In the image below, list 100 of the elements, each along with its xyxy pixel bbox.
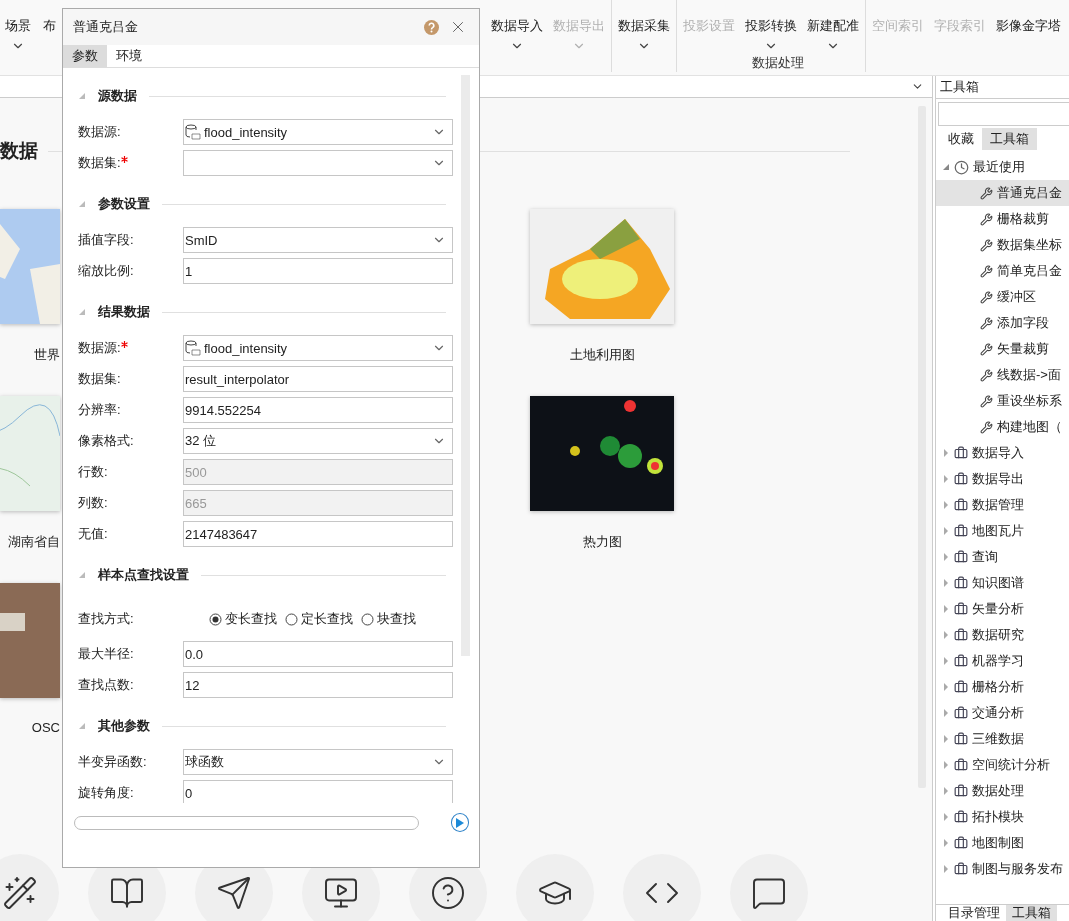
tree-item[interactable]: 数据集坐标 [936, 232, 1069, 258]
input-field[interactable]: 1 [183, 258, 453, 284]
tree-item[interactable]: 矢量裁剪 [936, 336, 1069, 362]
briefcase-icon [954, 472, 968, 486]
dropdown-field[interactable]: SmID [183, 227, 453, 253]
map-thumbnail[interactable] [530, 396, 674, 511]
search-field[interactable] [938, 102, 1069, 126]
dropdown-field[interactable] [183, 150, 453, 176]
tree-item[interactable]: 数据处理 [936, 778, 1069, 804]
collapsed-arrow-icon[interactable] [942, 813, 950, 821]
expanded-arrow-icon[interactable] [942, 163, 950, 171]
tree-item[interactable]: 查询 [936, 544, 1069, 570]
collapsed-arrow-icon[interactable] [942, 605, 950, 613]
run-button[interactable] [450, 813, 469, 832]
input-field[interactable]: result_interpolator [183, 366, 453, 392]
tree-item[interactable]: 机器学习 [936, 648, 1069, 674]
collapsed-arrow-icon[interactable] [942, 449, 950, 457]
collapsed-arrow-icon[interactable] [942, 709, 950, 717]
tree-item[interactable]: 三维数据 [936, 726, 1069, 752]
ribbon-button[interactable]: 布 [38, 0, 61, 54]
panel-tab[interactable]: 目录管理 [942, 905, 1006, 921]
expanded-arrow-icon[interactable] [78, 571, 86, 579]
dropdown-field[interactable]: flood_intensity [183, 119, 453, 145]
radio-button[interactable] [361, 612, 374, 626]
tree-item[interactable]: 最近使用 [936, 154, 1069, 180]
tree-item[interactable]: 普通克吕金 [936, 180, 1069, 206]
tree-item[interactable]: 地图瓦片 [936, 518, 1069, 544]
tree-item[interactable]: 地图制图 [936, 830, 1069, 856]
tree-item[interactable]: 数据导出 [936, 466, 1069, 492]
tree-item[interactable]: 添加字段 [936, 310, 1069, 336]
field-label: 列数: [78, 494, 109, 512]
tree-item[interactable]: 重设坐标系 [936, 388, 1069, 414]
input-field[interactable]: 0.0 [183, 641, 453, 667]
tree-item[interactable]: 简单克吕金 [936, 258, 1069, 284]
ribbon-button[interactable]: 投影转换 [740, 0, 802, 54]
collapsed-arrow-icon[interactable] [942, 865, 950, 873]
tree-item[interactable]: 拓扑模块 [936, 804, 1069, 830]
wrench-icon [980, 342, 993, 356]
dropdown-field[interactable]: flood_intensity [183, 335, 453, 361]
input-field[interactable]: 12 [183, 672, 453, 698]
photo-placeholder[interactable] [0, 583, 60, 698]
tree-item[interactable]: 空间统计分析 [936, 752, 1069, 778]
map-thumbnail[interactable] [0, 396, 60, 511]
tree-item[interactable]: 栅格裁剪 [936, 206, 1069, 232]
tree-item[interactable]: 数据研究 [936, 622, 1069, 648]
panel-tab[interactable]: 收藏 [940, 128, 982, 150]
radio-button[interactable] [209, 612, 222, 626]
help-icon [430, 875, 466, 911]
tree-item[interactable]: 交通分析 [936, 700, 1069, 726]
briefcase-icon [954, 810, 968, 824]
collapsed-arrow-icon[interactable] [942, 657, 950, 665]
ribbon-button[interactable]: 新建配准 [802, 0, 864, 54]
panel-tab[interactable]: 工具箱 [1006, 905, 1057, 921]
tree-item[interactable]: 栅格分析 [936, 674, 1069, 700]
dropdown-field[interactable]: 32 位 [183, 428, 453, 454]
expanded-arrow-icon[interactable] [78, 308, 86, 316]
panel-tab[interactable]: 工具箱 [982, 128, 1037, 150]
dialog-tab[interactable]: 参数 [63, 45, 107, 67]
tree-item[interactable]: 数据导入 [936, 440, 1069, 466]
collapsed-arrow-icon[interactable] [942, 475, 950, 483]
tree-item[interactable]: 制图与服务发布 [936, 856, 1069, 882]
collapsed-arrow-icon[interactable] [942, 761, 950, 769]
ribbon-button[interactable]: 数据采集 [613, 0, 675, 54]
tree-item[interactable]: 线数据->面 [936, 362, 1069, 388]
radio-button[interactable] [285, 612, 298, 626]
collapsed-arrow-icon[interactable] [942, 501, 950, 509]
wrench-icon [980, 186, 993, 200]
tree-item[interactable]: 数据管理 [936, 492, 1069, 518]
ribbon-button[interactable]: 数据导入 [486, 0, 548, 54]
tree-item[interactable]: 知识图谱 [936, 570, 1069, 596]
tree-item[interactable]: 构建地图（ [936, 414, 1069, 440]
expanded-arrow-icon[interactable] [78, 92, 86, 100]
dropdown-field[interactable]: 球函数 [183, 749, 453, 775]
input-field[interactable]: 9914.552254 [183, 397, 453, 423]
collapsed-arrow-icon[interactable] [942, 579, 950, 587]
collapsed-arrow-icon[interactable] [942, 631, 950, 639]
map-thumbnail[interactable] [530, 209, 674, 324]
tree-item[interactable]: 矢量分析 [936, 596, 1069, 622]
collapsed-arrow-icon[interactable] [942, 683, 950, 691]
help-icon[interactable] [424, 19, 439, 35]
ribbon-button[interactable]: 场景 [0, 0, 36, 54]
collapsed-arrow-icon[interactable] [942, 735, 950, 743]
expanded-arrow-icon[interactable] [78, 722, 86, 730]
briefcase-icon [954, 550, 968, 564]
collapsed-arrow-icon[interactable] [942, 787, 950, 795]
dialog-tab[interactable]: 环境 [107, 45, 151, 67]
input-field[interactable]: 0 [183, 780, 453, 803]
briefcase-icon [954, 706, 968, 720]
briefcase-icon [954, 446, 968, 460]
collapsed-arrow-icon[interactable] [942, 527, 950, 535]
radio-label: 变长查找 [225, 610, 277, 628]
ribbon-button[interactable]: 影像金字塔 [991, 0, 1066, 54]
tree-item[interactable]: 缓冲区 [936, 284, 1069, 310]
wrench-icon [980, 368, 993, 382]
expanded-arrow-icon[interactable] [78, 200, 86, 208]
input-field[interactable]: 2147483647 [183, 521, 453, 547]
collapsed-arrow-icon[interactable] [942, 839, 950, 847]
collapsed-arrow-icon[interactable] [942, 553, 950, 561]
map-thumbnail[interactable] [0, 209, 60, 324]
clock-icon [954, 159, 969, 175]
